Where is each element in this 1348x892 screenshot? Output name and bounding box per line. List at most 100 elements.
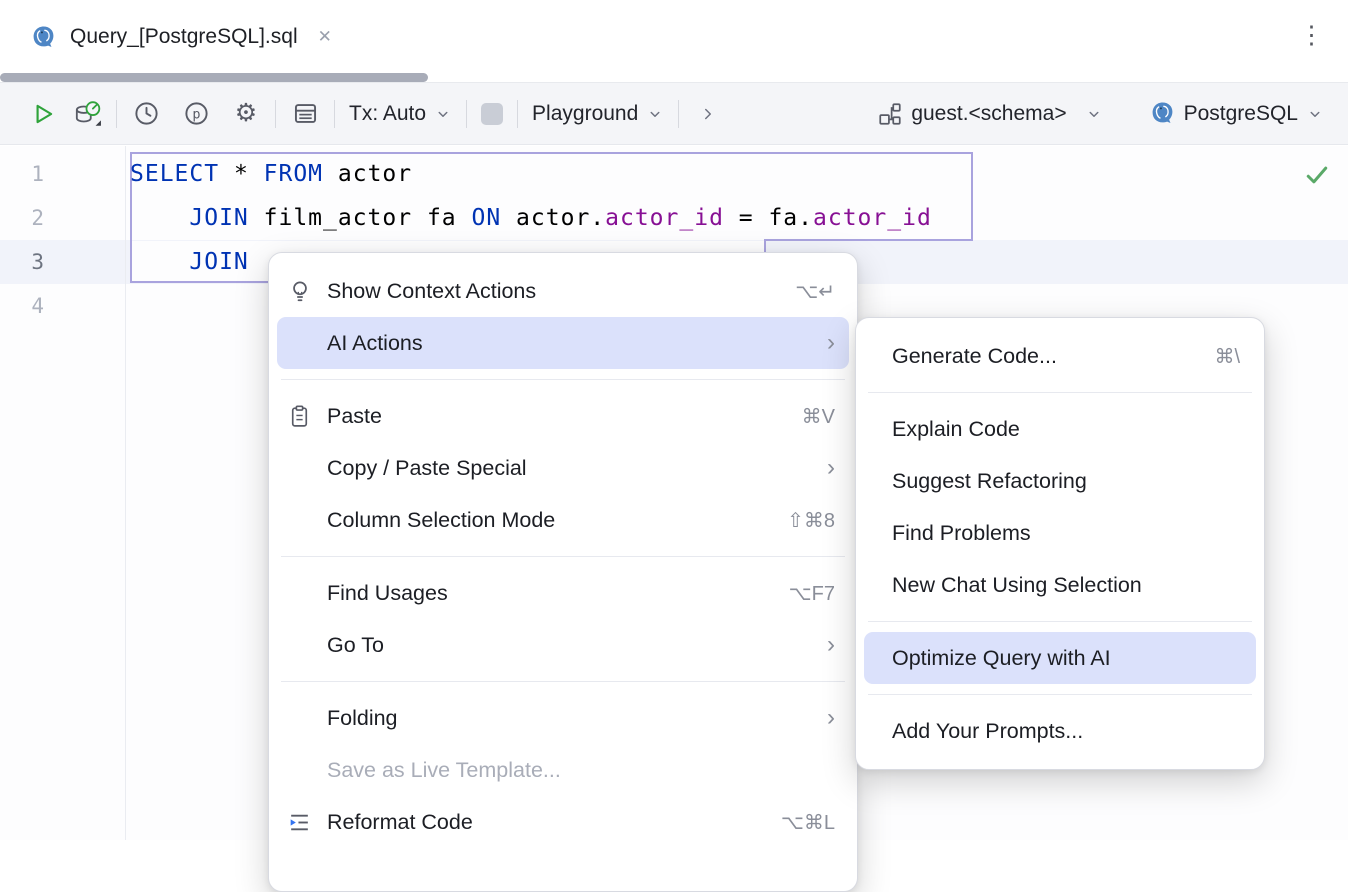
menu-item-label: Save as Live Template... — [327, 758, 561, 783]
in-editor-results-icon[interactable] — [290, 99, 320, 129]
menu-divider — [281, 681, 845, 682]
line-number: 2 — [0, 196, 44, 240]
breadcrumb-chevron-icon[interactable] — [693, 99, 723, 129]
chevron-down-icon — [1306, 105, 1324, 123]
menu-divider — [281, 556, 845, 557]
lightbulb-icon — [287, 278, 327, 304]
menu-item-folding[interactable]: Folding › — [269, 692, 857, 744]
tx-mode-label: Tx: Auto — [349, 102, 426, 126]
execute-on-database-icon[interactable] — [72, 99, 102, 129]
context-menu: Show Context Actions ⌥↵ AI Actions › Pas… — [268, 252, 858, 892]
stop-icon — [481, 103, 503, 125]
toolbar-separator — [466, 100, 467, 128]
app: { "tab": { "title": "Query_[PostgreSQL].… — [0, 0, 1348, 840]
gutter-separator — [125, 146, 126, 840]
menu-divider — [868, 694, 1252, 695]
schema-label: guest.<schema> — [911, 102, 1066, 126]
submenu-arrow-icon: › — [827, 456, 835, 480]
submenu-arrow-icon: › — [827, 706, 835, 730]
menu-item-reformat-code[interactable]: Reformat Code ⌥⌘L — [269, 796, 857, 848]
postgresql-icon — [1149, 100, 1176, 127]
dialect-selector-dropdown[interactable]: PostgreSQL — [1149, 100, 1324, 127]
svg-text:p: p — [192, 107, 200, 123]
toolbar-separator — [678, 100, 679, 128]
close-icon[interactable]: ✕ — [318, 27, 332, 47]
editor-toolbar: p ⚙ Tx: Auto Playground guest.<schema> — [0, 82, 1348, 145]
schema-selector-dropdown[interactable]: guest.<schema> — [877, 101, 1102, 127]
menu-item-find-usages[interactable]: Find Usages ⌥F7 — [269, 567, 857, 619]
ai-actions-submenu: Generate Code... ⌘\ Explain Code Suggest… — [855, 317, 1265, 770]
menu-item-paste[interactable]: Paste ⌘V — [269, 390, 857, 442]
menu-item-explain-code[interactable]: Explain Code — [856, 403, 1264, 455]
tab-scrollbar-thumb[interactable] — [0, 73, 428, 82]
line-number: 3 — [0, 240, 44, 284]
submenu-arrow-icon: › — [827, 633, 835, 657]
chevron-down-icon — [1085, 105, 1103, 123]
run-icon[interactable] — [28, 99, 58, 129]
menu-item-label: Generate Code... — [892, 344, 1057, 369]
menu-item-column-selection-mode[interactable]: Column Selection Mode ⇧⌘8 — [269, 494, 857, 546]
line-number: 4 — [0, 284, 44, 328]
menu-item-show-context-actions[interactable]: Show Context Actions ⌥↵ — [269, 265, 857, 317]
tab-title: Query_[PostgreSQL].sql — [70, 25, 298, 49]
line-number-gutter: 1 2 3 4 — [0, 152, 44, 328]
chevron-down-icon — [646, 105, 664, 123]
menu-divider — [281, 379, 845, 380]
menu-item-suggest-refactoring[interactable]: Suggest Refactoring — [856, 455, 1264, 507]
menu-item-label: Folding — [327, 706, 398, 731]
menu-item-shortcut: ⌘V — [802, 404, 835, 429]
code-line: JOIN film_actor fa ON actor.actor_id = f… — [130, 196, 932, 240]
tx-mode-dropdown[interactable]: Tx: Auto — [349, 102, 452, 126]
menu-item-go-to[interactable]: Go To › — [269, 619, 857, 671]
history-icon[interactable] — [131, 99, 161, 129]
clipboard-icon — [287, 404, 327, 429]
reformat-icon — [287, 810, 327, 835]
submenu-arrow-icon: › — [827, 331, 835, 355]
menu-item-label: Column Selection Mode — [327, 508, 555, 533]
menu-item-label: New Chat Using Selection — [892, 573, 1142, 598]
inspection-ok-icon[interactable] — [1302, 160, 1332, 195]
toolbar-separator — [275, 100, 276, 128]
menu-divider — [868, 621, 1252, 622]
toolbar-separator — [517, 100, 518, 128]
menu-item-label: Go To — [327, 633, 384, 658]
menu-item-shortcut: ⇧⌘8 — [787, 508, 835, 533]
settings-gear-icon[interactable]: ⚙ — [231, 99, 261, 129]
code-line: SELECT * FROM actor — [130, 152, 932, 196]
menu-item-save-as-live-template: Save as Live Template... — [269, 744, 857, 796]
menu-item-label: Show Context Actions — [327, 279, 536, 304]
menu-item-new-chat-using-selection[interactable]: New Chat Using Selection — [856, 559, 1264, 611]
menu-item-shortcut: ⌥⌘L — [781, 810, 835, 835]
dialect-label: PostgreSQL — [1184, 102, 1298, 126]
toolbar-separator — [116, 100, 117, 128]
toolbar-separator — [334, 100, 335, 128]
playground-label: Playground — [532, 102, 638, 126]
menu-item-label: AI Actions — [327, 331, 423, 356]
chevron-down-icon — [434, 105, 452, 123]
tab-bar: Query_[PostgreSQL].sql ✕ ⋮ — [0, 0, 1348, 74]
menu-item-label: Suggest Refactoring — [892, 469, 1087, 494]
menu-item-shortcut: ⌥↵ — [795, 279, 835, 304]
menu-item-copy-paste-special[interactable]: Copy / Paste Special › — [269, 442, 857, 494]
menu-item-generate-code[interactable]: Generate Code... ⌘\ — [856, 330, 1264, 382]
postgresql-icon — [28, 22, 58, 52]
menu-item-label: Paste — [327, 404, 382, 429]
parameters-icon[interactable]: p — [181, 99, 211, 129]
menu-item-add-your-prompts[interactable]: Add Your Prompts... — [856, 705, 1264, 757]
menu-item-optimize-query-with-ai[interactable]: Optimize Query with AI — [864, 632, 1256, 684]
editor-tab[interactable]: Query_[PostgreSQL].sql ✕ — [28, 22, 332, 52]
menu-item-find-problems[interactable]: Find Problems — [856, 507, 1264, 559]
menu-item-label: Add Your Prompts... — [892, 719, 1083, 744]
more-options-icon[interactable]: ⋮ — [1299, 18, 1324, 53]
menu-item-label: Copy / Paste Special — [327, 456, 527, 481]
menu-item-label: Optimize Query with AI — [892, 646, 1111, 671]
playground-dropdown[interactable]: Playground — [532, 102, 664, 126]
statement-border — [971, 152, 973, 241]
line-number: 1 — [0, 152, 44, 196]
menu-item-label: Find Problems — [892, 521, 1031, 546]
menu-item-ai-actions[interactable]: AI Actions › — [277, 317, 849, 369]
menu-item-label: Explain Code — [892, 417, 1020, 442]
schema-icon — [877, 101, 903, 127]
menu-item-label: Reformat Code — [327, 810, 473, 835]
menu-item-shortcut: ⌘\ — [1214, 344, 1240, 369]
